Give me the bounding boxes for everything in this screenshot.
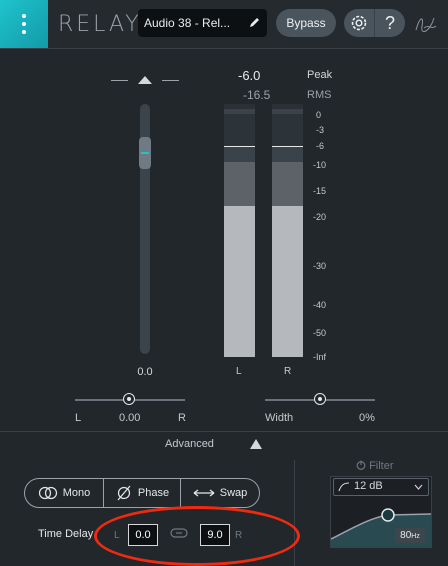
gain-value: 0.0 (137, 366, 153, 378)
settings-button[interactable] (344, 9, 374, 37)
preset-selector[interactable]: Audio 38 - Rel... (138, 9, 267, 37)
pan-value: 0.00 (119, 412, 141, 424)
gain-dash-right (162, 80, 179, 81)
gain-handle-indicator (141, 152, 149, 154)
phase-button[interactable]: Phase (104, 479, 180, 507)
swap-arrows-icon (193, 489, 215, 497)
section-divider (294, 460, 295, 566)
swap-label: Swap (219, 487, 248, 499)
advanced-label[interactable]: Advanced (165, 438, 214, 450)
phase-icon (117, 485, 131, 501)
preset-name: Audio 38 - Rel... (144, 16, 231, 30)
chevron-down-icon (414, 484, 423, 490)
meter-scale-label: -40 (313, 300, 327, 310)
help-button[interactable]: ? (374, 9, 405, 37)
right-meter-label: R (284, 366, 292, 377)
width-label: Width (265, 412, 294, 424)
filter-toggle[interactable]: Filter (356, 460, 394, 472)
menu-dot-icon (22, 30, 26, 34)
phase-label: Phase (137, 487, 170, 499)
filter-slope-dropdown[interactable]: 12 dB (333, 478, 429, 496)
meter-scale-label: -20 (313, 212, 327, 222)
peak-value: -6.0 (238, 68, 261, 83)
triangle-up-icon[interactable] (137, 75, 153, 85)
meter-scale-label: -3 (316, 125, 325, 135)
filter-frequency-unit: Hz (411, 533, 420, 540)
meter-scale-label: -50 (313, 328, 327, 338)
swap-button[interactable]: Swap (181, 479, 259, 507)
slope-icon (338, 482, 350, 492)
meter-scale-label: 0 (316, 110, 322, 120)
meter-scale-label: -30 (313, 261, 327, 271)
meter-scale-label: -6 (316, 141, 325, 151)
pan-left-label: L (75, 412, 82, 424)
bypass-button[interactable]: Bypass (276, 9, 336, 37)
peak-label: Peak (307, 69, 333, 81)
time-delay-label: Time Delay (38, 528, 94, 540)
mono-label: Mono (62, 487, 91, 499)
pencil-icon[interactable] (248, 16, 261, 29)
menu-dot-icon (22, 14, 26, 18)
filter-frequency[interactable]: 80Hz (395, 528, 425, 543)
meter-scale-label: -Inf (313, 352, 327, 362)
menu-dot-icon (22, 22, 26, 26)
advanced-toggle-icon[interactable] (250, 439, 262, 449)
meter-scale-label: -15 (313, 186, 327, 196)
left-meter-label: L (236, 366, 242, 377)
gain-dash-left (111, 80, 128, 81)
mono-icon (38, 486, 57, 500)
pan-slider-knob[interactable] (123, 393, 135, 405)
gear-icon (351, 15, 367, 31)
rms-value: -16.5 (243, 88, 271, 102)
width-value: 0% (359, 412, 375, 424)
width-slider-knob[interactable] (314, 393, 326, 405)
signature-icon[interactable] (412, 10, 440, 38)
menu-button[interactable] (0, 0, 48, 48)
mono-button[interactable]: Mono (25, 479, 103, 507)
mode-buttons: Mono Phase Swap (24, 478, 260, 508)
rms-label: RMS (307, 89, 332, 101)
meter-scale-label: -10 (313, 160, 327, 170)
power-icon (356, 460, 366, 470)
pan-right-label: R (178, 412, 186, 424)
annotation-ellipse (94, 506, 300, 566)
filter-frequency-value: 80 (400, 530, 412, 541)
advanced-divider (0, 431, 448, 432)
app-title: RELAY (58, 12, 142, 37)
filter-label: Filter (369, 460, 394, 472)
left-meter (224, 104, 255, 357)
filter-slope-value: 12 dB (354, 480, 383, 492)
right-meter (272, 104, 303, 357)
